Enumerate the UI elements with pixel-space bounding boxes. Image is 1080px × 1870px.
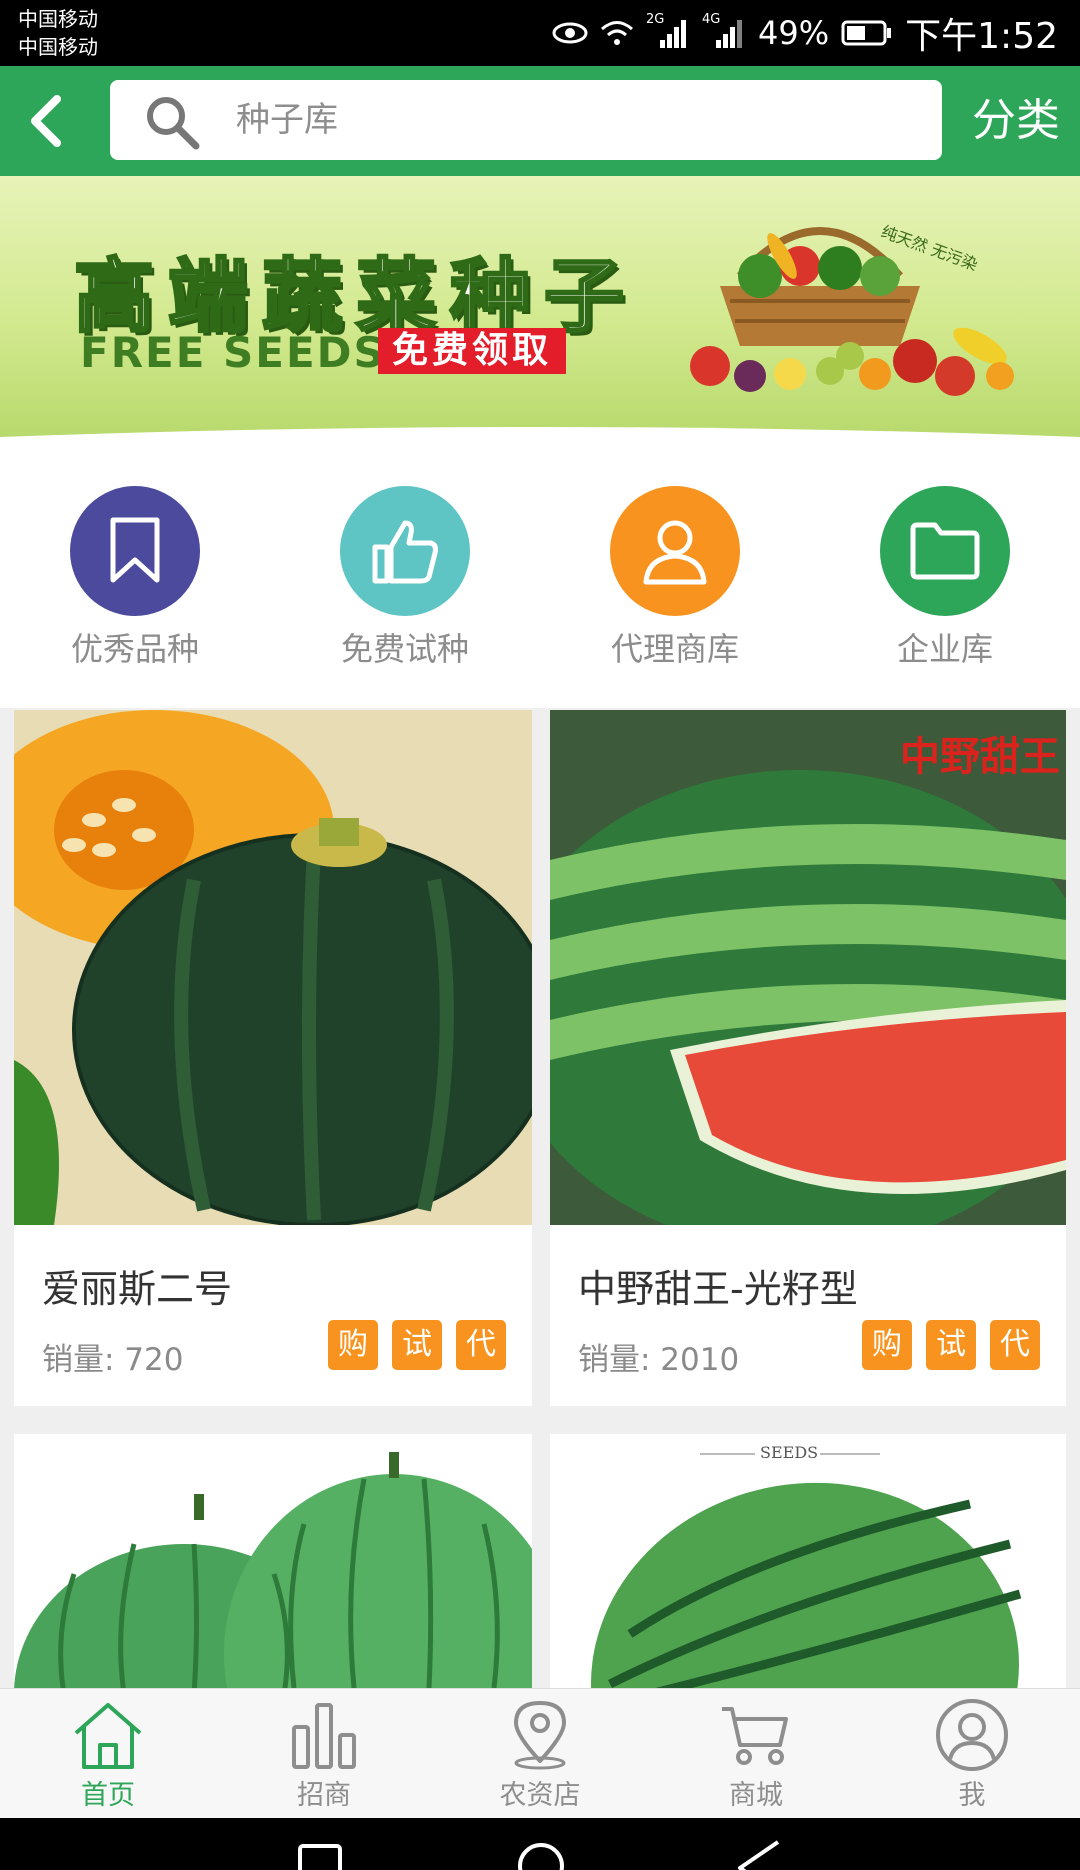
product-card[interactable]: 爱丽斯二号 销量: 720 购 试 代 (14, 710, 532, 1406)
banner-subtitle: FREE SEEDS (80, 328, 386, 377)
product-badges: 购 试 代 (862, 1320, 1040, 1370)
status-bar: 中国移动 中国移动 2G 4G 49% 下午1:52 (0, 0, 1080, 66)
user-icon (936, 1699, 1008, 1771)
product-badges: 购 试 代 (328, 1320, 506, 1370)
back-button-icon[interactable] (736, 1840, 782, 1870)
vegetable-basket-image: 纯天然 无污染 (690, 222, 1014, 396)
tab-home[interactable]: 首页 (18, 1699, 198, 1812)
category-button[interactable]: 分类 (972, 66, 1060, 176)
system-nav-bar (0, 1818, 1080, 1870)
bottom-tab-bar: 首页 招商 农资店 商城 我 (0, 1688, 1080, 1819)
eye-icon (552, 22, 588, 44)
product-sales: 销量: 720 (42, 1342, 184, 1378)
signal-icon: 2G (646, 12, 690, 50)
bar-chart-icon (292, 1703, 356, 1769)
product-name: 中野甜王-光籽型 (578, 1267, 858, 1311)
wifi-icon (601, 21, 634, 45)
carrier-label: 中国移动 (18, 7, 98, 31)
tab-label: 招商 (297, 1780, 351, 1811)
home-icon (74, 1703, 142, 1769)
buy-badge[interactable]: 购 (862, 1320, 912, 1370)
quick-nav-icon-circle (880, 486, 1010, 616)
banner-tag: 免费领取 (378, 328, 567, 374)
tab-farm-store[interactable]: 农资店 (450, 1699, 630, 1812)
quick-nav-excellent-varieties[interactable]: 优秀品种 (40, 486, 230, 670)
promo-banner[interactable]: 高端蔬菜种子 FREE SEEDS 免费领取 纯天然 无污染 (0, 176, 1080, 446)
banner-curve (0, 427, 1080, 446)
tab-mall[interactable]: 商城 (666, 1699, 846, 1812)
product-image-text: SEEDS (760, 1443, 818, 1462)
signal-2g-label: 2G (646, 12, 665, 27)
trial-badge[interactable]: 试 (392, 1320, 442, 1370)
product-image-watermelon: SEEDS (550, 1434, 1066, 1688)
quick-nav-label: 优秀品种 (70, 630, 199, 668)
tab-label: 农资店 (499, 1780, 581, 1811)
product-card[interactable]: SEEDS (550, 1434, 1066, 1688)
carrier-label: 中国移动 (18, 35, 98, 59)
top-bar: 种子库 分类 (0, 66, 1080, 176)
quick-nav: 优秀品种 免费试种 代理商库 企业库 (0, 446, 1080, 708)
cart-icon (722, 1707, 788, 1765)
quick-nav-agent-library[interactable]: 代理商库 (580, 486, 770, 670)
clock: 下午1:52 (905, 16, 1058, 57)
tab-me[interactable]: 我 (882, 1699, 1062, 1812)
search-input[interactable]: 种子库 (110, 80, 942, 160)
recent-apps-icon[interactable] (298, 1844, 342, 1870)
signal-4g-label: 4G (702, 12, 721, 27)
product-image-text: 中野甜王 (900, 734, 1060, 780)
signal-icon: 4G (702, 12, 746, 50)
quick-nav-icon-circle (340, 486, 470, 616)
map-pin-icon (514, 1701, 566, 1770)
tab-merchants[interactable]: 招商 (234, 1699, 414, 1812)
battery-icon (841, 20, 892, 46)
agent-badge[interactable]: 代 (456, 1320, 506, 1370)
tab-label: 商城 (729, 1780, 783, 1811)
chevron-left-icon (31, 95, 61, 147)
quick-nav-label: 免费试种 (340, 630, 469, 668)
user-icon (643, 520, 707, 585)
trial-badge[interactable]: 试 (926, 1320, 976, 1370)
product-card[interactable]: 中野甜王 中野甜王-光籽型 销量: 2010 购 试 代 (550, 710, 1066, 1406)
quick-nav-enterprise-library[interactable]: 企业库 (850, 486, 1040, 670)
back-button[interactable] (14, 88, 80, 154)
agent-badge[interactable]: 代 (990, 1320, 1040, 1370)
buy-badge[interactable]: 购 (328, 1320, 378, 1370)
bookmark-icon (110, 517, 160, 583)
search-icon (147, 97, 200, 150)
product-image-watermelon: 中野甜王 (550, 710, 1066, 1225)
quick-nav-icon-circle (610, 486, 740, 616)
product-sales: 销量: 2010 (578, 1342, 740, 1378)
product-image-watermelons (14, 1434, 532, 1688)
tab-label: 我 (958, 1780, 986, 1811)
quick-nav-label: 代理商库 (610, 630, 739, 668)
product-image-pumpkin (14, 710, 532, 1225)
search-placeholder: 种子库 (236, 100, 338, 140)
home-button-icon[interactable] (516, 1840, 566, 1870)
quick-nav-icon-circle (70, 486, 200, 616)
product-name: 爱丽斯二号 (42, 1267, 233, 1311)
quick-nav-free-trial[interactable]: 免费试种 (310, 486, 500, 670)
folder-icon (910, 522, 980, 580)
quick-nav-label: 企业库 (896, 630, 993, 668)
thumbs-up-icon (372, 520, 438, 584)
tab-label: 首页 (81, 1780, 135, 1811)
battery-percent: 49% (758, 14, 830, 52)
product-card[interactable] (14, 1434, 532, 1688)
